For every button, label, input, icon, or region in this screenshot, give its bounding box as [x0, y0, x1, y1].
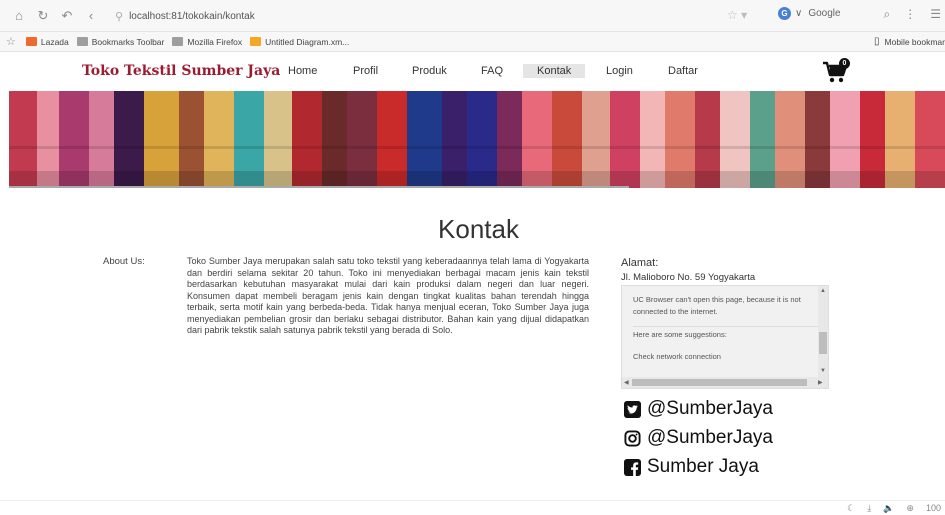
chevron-down-icon: ∨: [795, 8, 803, 19]
status-icons: ☾ ⤓ 🔈 ⊕ 100: [847, 503, 941, 514]
social-facebook[interactable]: Sumber Jaya: [624, 456, 759, 478]
search-engine-name: Google: [808, 8, 841, 19]
toolbar-right: ⌕ ⋮ ☰: [884, 7, 942, 22]
undo-icon[interactable]: ↶: [56, 5, 78, 27]
diagram-icon: [250, 37, 262, 46]
bookmark-lazada[interactable]: Lazada: [25, 36, 69, 47]
menu-icon[interactable]: ⋮: [904, 7, 916, 22]
bookmark-label: Mozilla Firefox: [187, 36, 243, 47]
scroll-right-icon[interactable]: ▶: [818, 379, 823, 386]
about-text: Toko Sumber Jaya merupakan salah satu to…: [187, 256, 589, 336]
nav-faq[interactable]: FAQ: [481, 65, 503, 77]
address-value: Jl. Malioboro No. 59 Yogyakarta: [621, 272, 756, 283]
night-mode-icon[interactable]: ☾: [847, 503, 855, 514]
folder-icon: [172, 37, 184, 46]
folder-icon: [76, 37, 88, 46]
cart-count-badge: 0: [839, 58, 850, 69]
map-horizontal-scrollbar[interactable]: ◀ ▶: [622, 377, 828, 388]
social-instagram[interactable]: @SumberJaya: [624, 427, 773, 449]
map-vertical-thumb[interactable]: [819, 332, 827, 354]
instagram-handle[interactable]: @SumberJaya: [647, 427, 773, 449]
map-divider: [633, 326, 818, 327]
browser-status-bar: ☾ ⤓ 🔈 ⊕ 100: [0, 500, 945, 515]
nav-kontak[interactable]: Kontak: [523, 64, 586, 78]
zoom-level[interactable]: 100: [926, 503, 941, 514]
address-title: Alamat:: [621, 257, 659, 269]
lazada-icon: [25, 37, 37, 46]
scroll-left-icon[interactable]: ◀: [624, 379, 629, 386]
reload-icon[interactable]: ↻: [32, 5, 54, 27]
instagram-icon: [624, 429, 641, 447]
bookmark-toolbar-folder[interactable]: Bookmarks Toolbar: [76, 36, 165, 47]
home-icon[interactable]: ⌂: [8, 5, 30, 27]
page-title: Kontak: [438, 214, 519, 244]
download-icon[interactable]: ⤓: [867, 503, 871, 514]
map-check-network: Check network connection: [633, 352, 721, 361]
nav-produk[interactable]: Produk: [412, 65, 447, 77]
bookmarks-bar: ☆ Lazada Bookmarks Toolbar Mozilla Firef…: [0, 32, 945, 52]
brand-logo[interactable]: Toko Tekstil Sumber Jaya: [82, 63, 280, 79]
banner-divider: [9, 186, 629, 188]
hero-banner: [9, 91, 945, 188]
search-engine-icon: G: [778, 7, 791, 20]
search-icon[interactable]: ⌕: [884, 7, 891, 22]
twitter-handle[interactable]: @SumberJaya: [647, 398, 773, 420]
mobile-icon: ▯: [874, 36, 880, 47]
sound-icon[interactable]: 🔈: [883, 503, 894, 514]
map-suggestions: Here are some suggestions:: [633, 330, 727, 339]
search-engine-selector[interactable]: G ∨ Google: [778, 7, 841, 20]
zoom-icon[interactable]: ⊕: [906, 503, 914, 514]
about-label: About Us:: [103, 256, 145, 267]
scroll-up-icon[interactable]: ▲: [820, 288, 826, 294]
url-text[interactable]: localhost:81/tokokain/kontak: [129, 11, 255, 22]
bookmark-label: Lazada: [40, 36, 69, 47]
bookmarks-star-icon[interactable]: ☆: [6, 35, 16, 48]
bookmark-firefox-folder[interactable]: Mozilla Firefox: [172, 37, 242, 47]
mobile-bookmarks[interactable]: ▯ Mobile bookmar: [874, 36, 945, 47]
mobile-bookmarks-label: Mobile bookmar: [884, 36, 945, 47]
hamburger-icon[interactable]: ☰: [930, 7, 941, 22]
map-embed[interactable]: UC Browser can't open this page, because…: [621, 285, 829, 389]
url-bar[interactable]: ⚲ localhost:81/tokokain/kontak: [115, 5, 755, 27]
facebook-icon: [624, 458, 641, 476]
nav-login[interactable]: Login: [606, 65, 633, 77]
nav-home[interactable]: Home: [288, 65, 317, 77]
map-horizontal-thumb[interactable]: [632, 379, 807, 386]
bookmark-star-icon[interactable]: ☆ ▾: [727, 8, 747, 22]
back-icon[interactable]: ‹: [80, 5, 102, 27]
nav-daftar[interactable]: Daftar: [668, 65, 698, 77]
site-info-icon[interactable]: ⚲: [115, 10, 123, 23]
bookmark-diagram[interactable]: Untitled Diagram.xm...: [250, 37, 349, 47]
site-navbar: Toko Tekstil Sumber Jaya Home Profil Pro…: [0, 53, 945, 91]
twitter-icon: [624, 400, 641, 418]
scroll-down-icon[interactable]: ▼: [820, 368, 826, 374]
map-error-message: UC Browser can't open this page, because…: [633, 295, 801, 316]
fabric-banner-image: [9, 91, 945, 188]
facebook-name[interactable]: Sumber Jaya: [647, 456, 759, 478]
bookmark-label: Untitled Diagram.xm...: [265, 36, 350, 47]
browser-toolbar: ⌂ ↻ ↶ ‹ ⚲ localhost:81/tokokain/kontak ☆…: [0, 0, 945, 32]
bookmark-label: Bookmarks Toolbar: [91, 36, 165, 47]
social-twitter[interactable]: @SumberJaya: [624, 398, 773, 420]
map-vertical-scrollbar[interactable]: ▲ ▼: [818, 286, 828, 378]
nav-profil[interactable]: Profil: [353, 65, 378, 77]
cart-button[interactable]: 0: [822, 58, 850, 84]
